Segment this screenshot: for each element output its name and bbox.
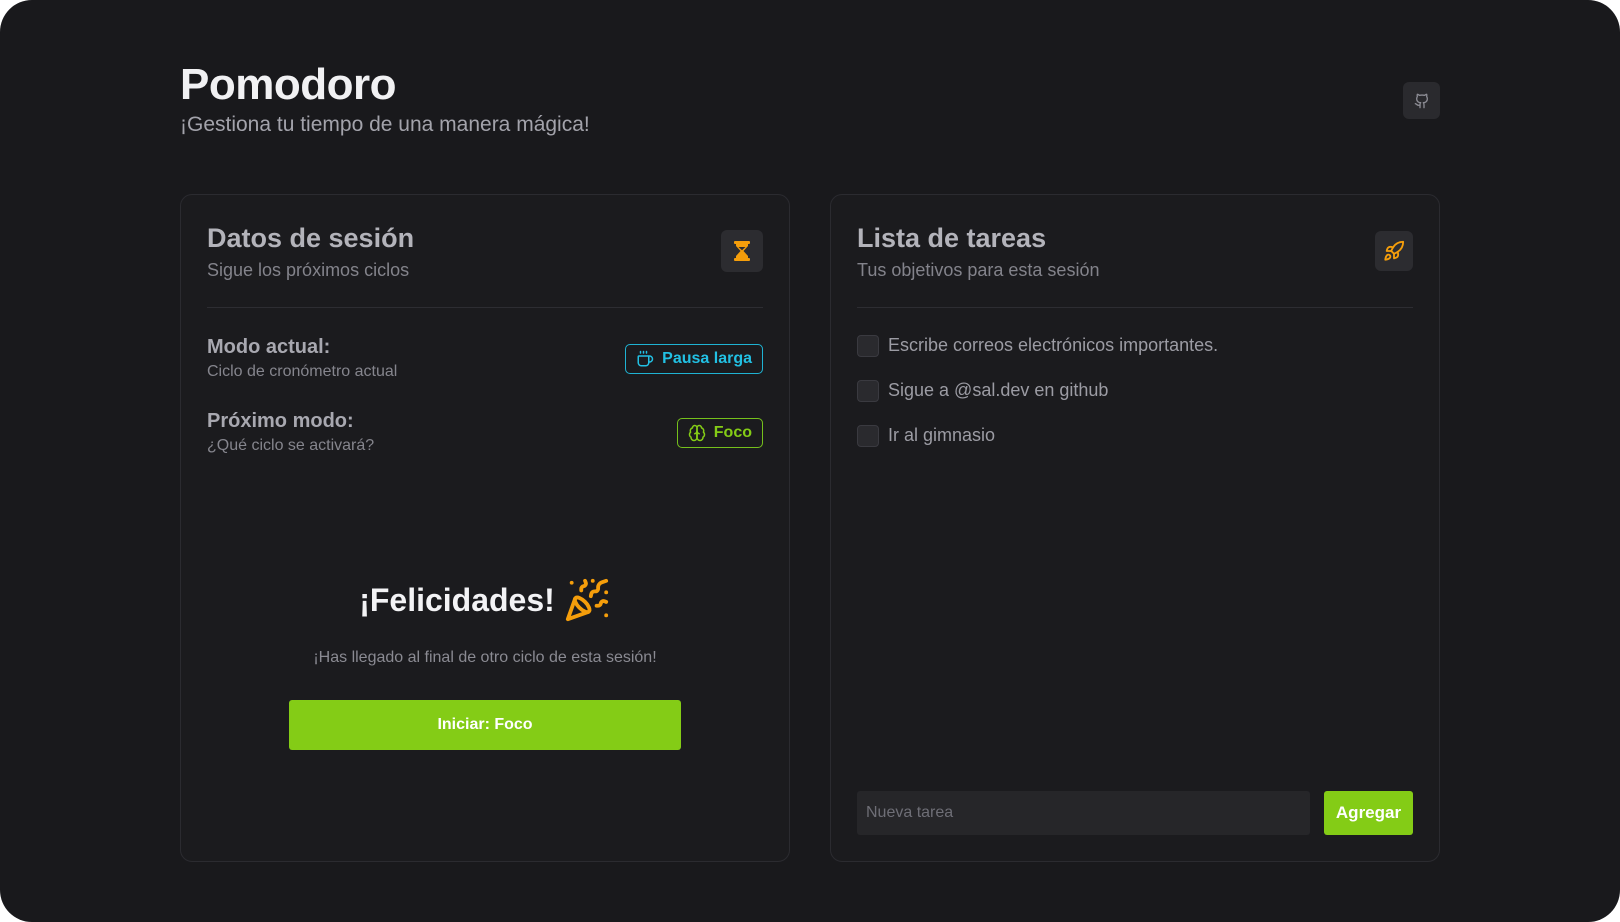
task-item: Sigue a @sal.dev en github (857, 368, 1413, 413)
task-checkbox[interactable] (857, 379, 879, 402)
session-card: Datos de sesión Sigue los próximos ciclo… (180, 194, 790, 862)
page-subtitle: ¡Gestiona tu tiempo de una manera mágica… (180, 113, 590, 136)
task-list: Escribe correos electrónicos importantes… (857, 323, 1413, 458)
start-focus-button[interactable]: Iniciar: Foco (289, 700, 681, 750)
current-mode-badge: Pausa larga (625, 344, 763, 374)
next-mode-badge: Foco (676, 418, 763, 448)
page-title: Pomodoro (180, 60, 396, 109)
task-item: Escribe correos electrónicos importantes… (857, 323, 1413, 368)
coffee-icon (637, 350, 654, 367)
tasks-card: Lista de tareas Tus objetivos para esta … (830, 194, 1440, 862)
task-label: Escribe correos electrónicos importantes… (888, 335, 1219, 355)
header: Pomodoro ¡Gestiona tu tiempo de una mane… (180, 58, 590, 138)
tasks-divider (857, 307, 1413, 308)
congrats-heading: ¡Felicidades! (181, 577, 789, 623)
add-task-button[interactable]: Agregar (1324, 791, 1413, 835)
task-label: Ir al gimnasio (888, 425, 996, 445)
current-mode-row: Modo actual: Ciclo de cronómetro actual … (207, 335, 763, 385)
session-card-subtitle: Sigue los próximos ciclos (207, 260, 410, 280)
app-window: Pomodoro ¡Gestiona tu tiempo de una mane… (0, 0, 1620, 922)
tasks-icon-box (1375, 231, 1413, 271)
new-task-input[interactable] (857, 791, 1310, 835)
task-item: Ir al gimnasio (857, 413, 1413, 458)
party-popper-icon (565, 578, 608, 622)
current-mode-badge-label: Pausa larga (662, 350, 752, 367)
session-icon-box (721, 230, 763, 272)
tasks-card-subtitle: Tus objetivos para esta sesión (857, 260, 1100, 280)
github-button[interactable] (1403, 82, 1440, 119)
congrats-title: ¡Felicidades! (359, 581, 555, 618)
task-label: Sigue a @sal.dev en github (888, 380, 1109, 400)
hourglass-icon (734, 241, 750, 261)
github-icon (1414, 93, 1428, 108)
congrats-message: ¡Has llegado al final de otro ciclo de e… (313, 649, 657, 666)
next-mode-row: Próximo modo: ¿Qué ciclo se activará? Fo… (207, 409, 763, 459)
task-checkbox[interactable] (857, 334, 879, 357)
task-checkbox[interactable] (857, 424, 879, 447)
tasks-card-title: Lista de tareas (857, 223, 1047, 253)
session-divider (207, 307, 763, 308)
next-mode-badge-label: Foco (713, 424, 752, 441)
rocket-icon (1384, 240, 1405, 261)
session-card-title: Datos de sesión (207, 223, 415, 253)
new-task-row: Agregar (857, 791, 1413, 835)
brain-icon (688, 424, 706, 442)
